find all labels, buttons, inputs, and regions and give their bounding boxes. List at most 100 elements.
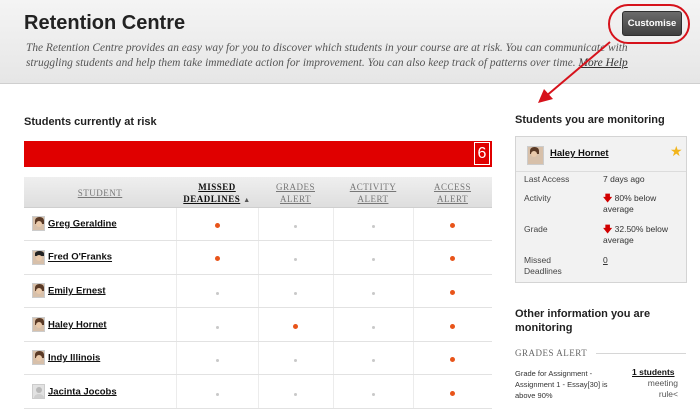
sort-ascending-icon: ▲: [243, 195, 251, 204]
missed-deadlines-cell: [176, 374, 259, 410]
monitored-student-link[interactable]: Haley Hornet: [550, 148, 609, 159]
student-cell: Emily Ernest: [24, 274, 177, 309]
grades-alert-label: GRADES ALERT: [515, 348, 588, 358]
no-alert-dot-icon: [294, 224, 297, 228]
intro-text: The Retention Centre provides an easy wa…: [26, 41, 676, 71]
student-name-link[interactable]: Emily Ernest: [48, 285, 106, 296]
missed-deadlines-value[interactable]: 0: [603, 255, 685, 266]
no-alert-dot-icon: [215, 325, 219, 329]
no-alert-dot-icon: [294, 359, 297, 363]
student-name-link[interactable]: Haley Hornet: [48, 319, 107, 330]
arrow-down-icon: 🡇: [603, 224, 613, 234]
at-risk-table: STUDENT MISSED DEADLINES ▲ GRADES ALERT ACT…: [24, 177, 492, 410]
table-row: Fred O'Franks: [24, 240, 492, 275]
student-cell: Haley Hornet: [24, 307, 177, 342]
monitoring-card-header: Haley Hornet ★: [516, 137, 686, 172]
activity-alert-cell: [333, 240, 414, 275]
no-alert-dot-icon: [371, 325, 375, 329]
table-row: Indy Illinois: [24, 341, 492, 376]
table-header-row: STUDENT MISSED DEADLINES ▲ GRADES ALERT ACT…: [24, 177, 492, 208]
activity-alert-cell: [333, 341, 414, 376]
missed-deadlines-cell: [176, 207, 259, 242]
alert-dot-icon: [450, 357, 456, 363]
missed-deadlines-cell: [176, 341, 259, 376]
avatar: [32, 283, 45, 299]
divider: [596, 353, 686, 354]
no-alert-dot-icon: [215, 291, 219, 295]
at-risk-table-body: Greg Geraldine Fred O'Franks Emily Ernest H…: [24, 207, 492, 410]
activity-alert-cell: [333, 307, 414, 342]
other-info-heading: Other information you are monitoring: [515, 308, 651, 334]
last-access-label: Last Access: [524, 174, 570, 184]
access-alert-cell: [413, 240, 492, 275]
more-help-link[interactable]: More Help: [578, 57, 627, 69]
access-alert-cell: [413, 207, 492, 242]
no-alert-dot-icon: [294, 258, 297, 262]
missed-deadlines-cell: [176, 307, 259, 342]
access-alert-cell: [413, 341, 492, 376]
column-header-grades-alert[interactable]: GRADES ALERT: [258, 177, 333, 208]
column-header-missed-deadlines[interactable]: MISSED DEADLINES ▲: [176, 177, 258, 208]
table-row: Greg Geraldine: [24, 207, 492, 242]
alert-dot-icon: [450, 222, 456, 228]
table-row: Emily Ernest: [24, 274, 492, 309]
student-name-link[interactable]: Greg Geraldine: [48, 218, 117, 229]
access-alert-cell: [413, 374, 492, 410]
missed-deadlines-cell: [176, 274, 259, 309]
alert-dot-icon: [450, 390, 456, 396]
alert-dot-icon: [450, 289, 456, 295]
grades-alert-cell: [258, 307, 334, 342]
no-alert-dot-icon: [215, 392, 219, 396]
student-name-link[interactable]: Indy Illinois: [48, 352, 100, 363]
alert-dot-icon: [450, 256, 456, 262]
column-header-activity-alert[interactable]: ACTIVITY ALERT: [333, 177, 413, 208]
monitoring-card: Haley Hornet ★ Last Access 7 days ago Ac…: [515, 136, 687, 283]
student-cell: Fred O'Franks: [24, 240, 177, 275]
avatar: [527, 146, 544, 165]
page-header: Retention Centre The Retention Centre pr…: [0, 0, 700, 84]
arrow-down-icon: 🡇: [603, 193, 613, 203]
no-alert-dot-icon: [215, 359, 219, 363]
table-row: Jacinta Jocobs: [24, 374, 492, 410]
at-risk-heading: Students currently at risk: [24, 116, 157, 128]
grades-alert-cell: [258, 207, 334, 242]
meeting-rule-text: meeting rule<: [647, 378, 678, 399]
grades-alert-cell: [258, 240, 334, 275]
star-icon[interactable]: ★: [670, 144, 683, 158]
no-alert-dot-icon: [371, 291, 375, 295]
access-alert-cell: [413, 307, 492, 342]
avatar: [32, 316, 45, 332]
missed-deadlines-cell: [176, 240, 259, 275]
no-alert-dot-icon: [371, 359, 375, 363]
avatar: [32, 216, 45, 232]
students-meeting-rule-link[interactable]: 1 students: [632, 367, 675, 377]
student-cell: Greg Geraldine: [24, 207, 177, 242]
intro-description: The Retention Centre provides an easy wa…: [26, 42, 628, 69]
grades-alert-cell: [258, 341, 334, 376]
avatar: [32, 249, 45, 265]
no-alert-dot-icon: [294, 291, 297, 295]
alert-dot-icon: [293, 323, 298, 329]
monitoring-heading: Students you are monitoring: [515, 114, 665, 126]
customise-button[interactable]: Customise: [622, 11, 682, 36]
grades-alert-cell: [258, 274, 334, 309]
student-name-link[interactable]: Jacinta Jocobs: [48, 386, 117, 397]
alert-dot-icon: [450, 323, 456, 329]
at-risk-count: 6: [474, 142, 490, 165]
no-alert-dot-icon: [371, 392, 375, 396]
avatar: [32, 384, 45, 400]
column-header-access-alert[interactable]: ACCESS ALERT: [413, 177, 492, 208]
grade-value: 🡇 32.50% below average: [603, 224, 669, 245]
no-alert-dot-icon: [371, 258, 375, 262]
alert-dot-icon: [214, 222, 220, 228]
avatar: [32, 350, 45, 366]
activity-value: 🡇 80% below average: [603, 193, 657, 214]
grade-label: Grade: [524, 224, 548, 234]
activity-alert-cell: [333, 274, 414, 309]
student-name-link[interactable]: Fred O'Franks: [48, 252, 112, 263]
student-cell: Indy Illinois: [24, 341, 177, 376]
column-header-student[interactable]: STUDENT: [24, 177, 176, 208]
grades-alert-cell: [258, 374, 334, 410]
grades-alert-description: Grade for Assignment - Assignment 1 - Es…: [515, 369, 608, 400]
student-cell: Jacinta Jocobs: [24, 374, 177, 410]
